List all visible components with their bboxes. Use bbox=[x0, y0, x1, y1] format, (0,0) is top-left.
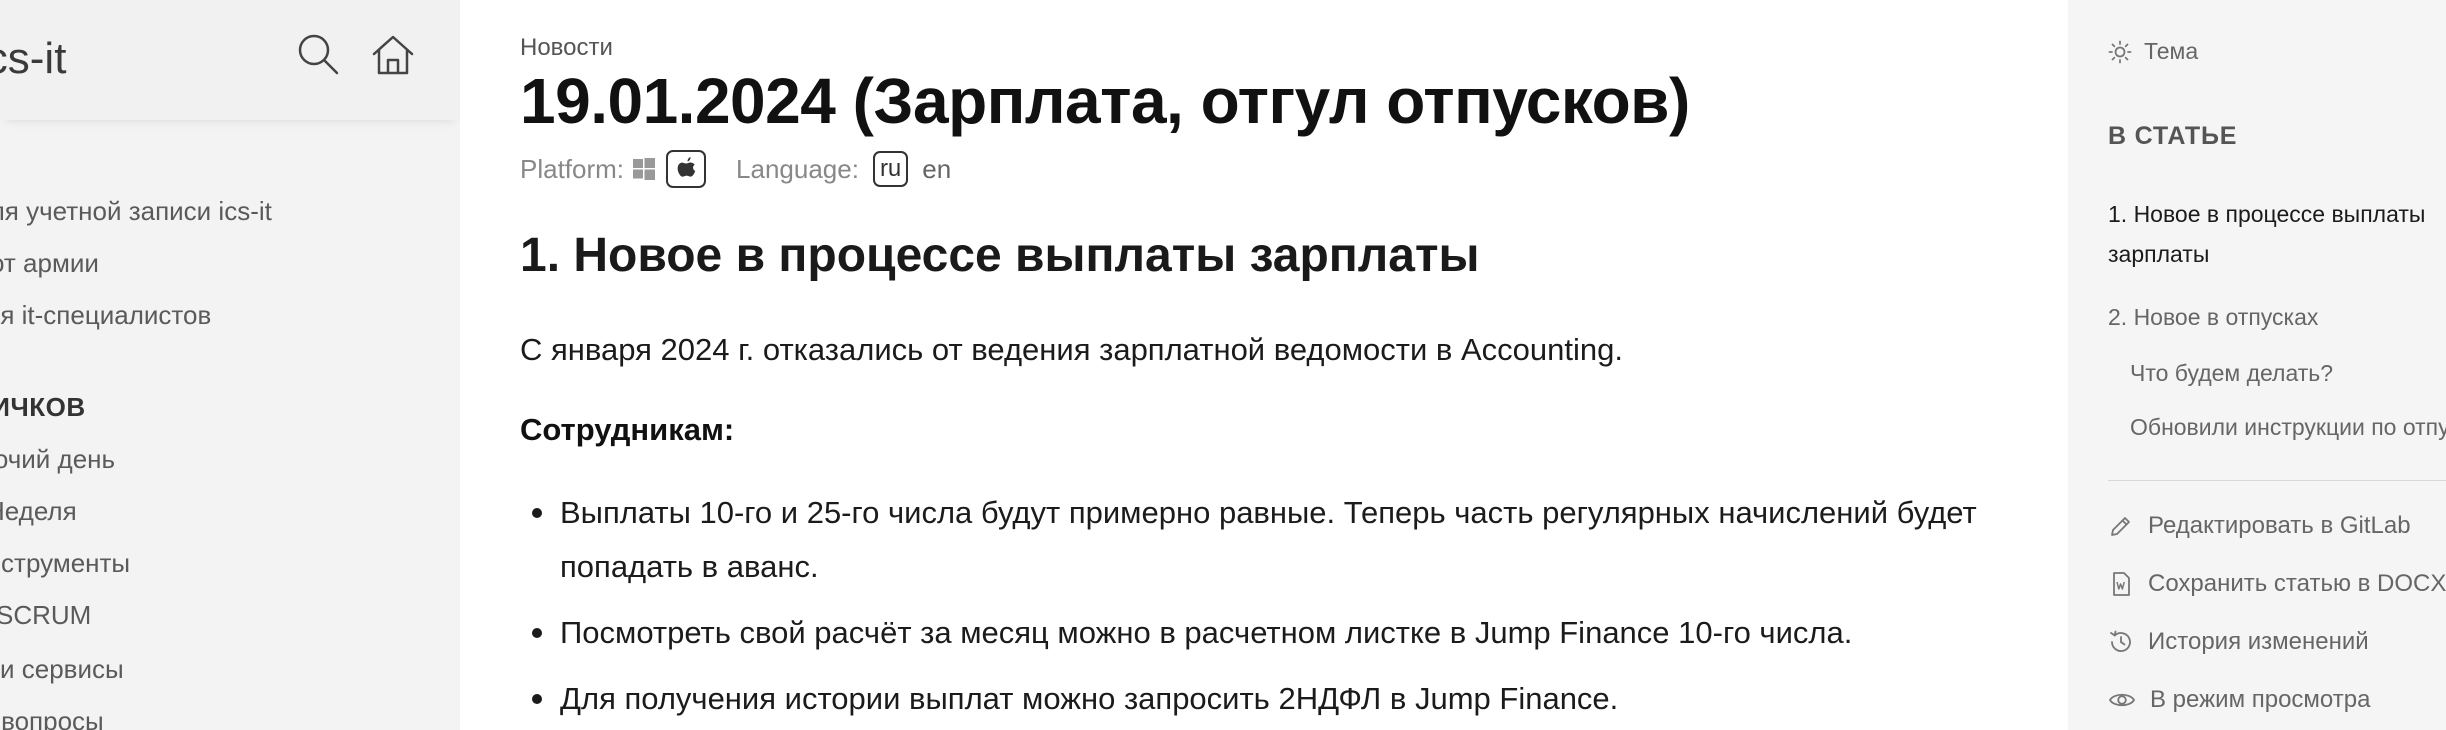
language-ru-toggle[interactable]: ru bbox=[872, 151, 909, 187]
edit-gitlab-label: Редактировать в GitLab bbox=[2148, 512, 2411, 539]
breadcrumb[interactable]: Новости bbox=[520, 34, 613, 62]
history-button[interactable]: История изменений bbox=[2108, 628, 2369, 656]
pencil-icon bbox=[2111, 517, 2130, 536]
list-item: Для получения истории выплат можно запро… bbox=[520, 672, 2000, 726]
sidebar-section-newcomers: НОВИЧКОВ bbox=[0, 392, 86, 422]
toc-item-vacations[interactable]: 2. Новое в отпусках bbox=[2108, 304, 2318, 331]
site-logo[interactable]: ics-it bbox=[0, 34, 66, 84]
theme-toggle[interactable]: Тема bbox=[2108, 38, 2198, 65]
sidebar-link-scrum[interactable]: SCRUM bbox=[0, 600, 91, 631]
history-icon bbox=[2110, 630, 2131, 652]
article-meta: Platform: Language: ru en bbox=[520, 148, 951, 190]
toc-item-what-to-do[interactable]: Что будем делать? bbox=[2130, 360, 2333, 387]
edit-gitlab-button[interactable]: Редактировать в GitLab bbox=[2108, 512, 2411, 540]
toc-title: В СТАТЬЕ bbox=[2108, 122, 2238, 150]
list-item: Посмотреть свой расчёт за месяц можно в … bbox=[520, 606, 2000, 660]
windows-icon[interactable] bbox=[632, 150, 656, 188]
view-mode-button[interactable]: В режим просмотра bbox=[2108, 686, 2370, 714]
sidebar-link-services[interactable]: и сервисы bbox=[0, 654, 124, 685]
platform-label: Platform: bbox=[520, 153, 625, 184]
article: Новости 19.01.2024 (Зарплата, отгул отпу… bbox=[520, 0, 2020, 730]
sun-icon bbox=[2108, 40, 2132, 63]
page-title: 19.01.2024 (Зарплата, отгул отпусков) bbox=[520, 65, 1690, 137]
word-document-icon bbox=[2113, 572, 2130, 596]
search-icon[interactable] bbox=[296, 32, 340, 76]
list-item: Выплаты 10-го и 25-го числа будут пример… bbox=[520, 486, 2000, 594]
section-heading-salary: 1. Новое в процессе выплаты зарплаты bbox=[520, 229, 1480, 282]
toc-item-instructions[interactable]: Обновили инструкции по отпускам bbox=[2130, 414, 2446, 441]
eye-icon bbox=[2109, 693, 2135, 707]
divider bbox=[2108, 480, 2446, 481]
sidebar-link-tools[interactable]: Инструменты bbox=[0, 548, 130, 579]
language-en-toggle[interactable]: en bbox=[922, 154, 951, 185]
subheading-employees: Сотрудникам: bbox=[520, 412, 735, 447]
bullet-list: Выплаты 10-го и 25-го числа будут пример… bbox=[520, 486, 2000, 730]
sidebar-link-faq[interactable]: Частые вопросы bbox=[0, 706, 104, 730]
paragraph: С января 2024 г. отказались от ведения з… bbox=[520, 332, 1623, 367]
sidebar-link-army[interactable]: от армии bbox=[0, 248, 99, 279]
view-mode-label: В режим просмотра bbox=[2150, 686, 2371, 713]
apple-icon[interactable] bbox=[666, 150, 707, 188]
sidebar-link-account[interactable]: Для учетной записи ics-it bbox=[0, 196, 272, 227]
right-sidebar: Тема В СТАТЬЕ 1. Новое в процессе выплат… bbox=[2068, 0, 2446, 730]
sidebar-link-week[interactable]: Неделя bbox=[0, 496, 77, 527]
theme-label: Тема bbox=[2144, 38, 2199, 64]
left-sidebar: ics-it Для учетной записи ics-it от арми… bbox=[0, 0, 460, 730]
sidebar-link-workday[interactable]: Рабочий день bbox=[0, 444, 115, 475]
history-label: История изменений bbox=[2148, 628, 2369, 655]
sidebar-link-it-specialists[interactable]: для it-специалистов bbox=[0, 300, 211, 331]
toc-item-salary[interactable]: 1. Новое в процессе выплаты зарплаты bbox=[2108, 194, 2446, 274]
language-label: Language: bbox=[736, 153, 859, 184]
save-docx-button[interactable]: Сохранить статью в DOCX bbox=[2108, 570, 2446, 598]
sidebar-header: ics-it bbox=[0, 0, 460, 120]
home-icon[interactable] bbox=[370, 32, 416, 78]
save-docx-label: Сохранить статью в DOCX bbox=[2148, 570, 2446, 597]
